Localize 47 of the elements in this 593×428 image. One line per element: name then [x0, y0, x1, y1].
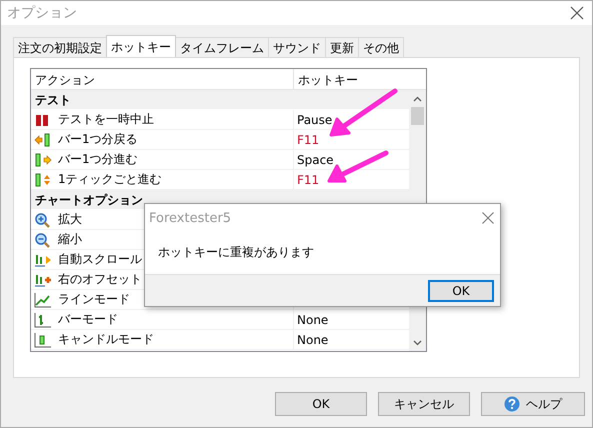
- action-label[interactable]: 1ティックごと進む: [58, 171, 162, 188]
- hotkey-value[interactable]: F11: [294, 132, 320, 146]
- help-button[interactable]: ヘルプ: [481, 392, 585, 416]
- group-header[interactable]: テスト: [31, 90, 409, 110]
- action-label[interactable]: 縮小: [58, 231, 82, 248]
- close-icon[interactable]: [570, 6, 584, 20]
- candle-forward-arrow-icon: [34, 152, 52, 168]
- cancel-button[interactable]: キャンセル: [378, 392, 470, 416]
- back-arrow-candle-icon: [34, 132, 52, 148]
- ok-button[interactable]: OK: [428, 280, 494, 302]
- zoom-out-icon: [34, 232, 52, 248]
- action-label[interactable]: 右のオフセット: [58, 271, 142, 288]
- help-icon: [504, 396, 520, 412]
- ok-button[interactable]: OK: [275, 392, 367, 416]
- action-label[interactable]: バー1つ分戻る: [58, 131, 138, 148]
- column-header[interactable]: アクション: [31, 69, 294, 89]
- candle-chart-icon: [34, 332, 52, 348]
- line-chart-icon: [34, 292, 52, 308]
- hotkey-value[interactable]: F11: [294, 172, 320, 186]
- action-label[interactable]: 拡大: [58, 211, 82, 228]
- tab[interactable]: ホットキー: [106, 35, 176, 57]
- hotkey-value[interactable]: None: [294, 312, 328, 326]
- hotkey-value[interactable]: Pause: [294, 112, 332, 126]
- action-label[interactable]: バーモード: [58, 311, 118, 328]
- scroll-thumb[interactable]: [411, 107, 424, 125]
- scroll-down-icon: [413, 340, 422, 346]
- candle-up-down-icon: [34, 172, 52, 188]
- tab[interactable]: タイムフレーム: [175, 37, 269, 57]
- close-icon[interactable]: [482, 212, 494, 224]
- column-header[interactable]: ホットキー: [294, 69, 362, 89]
- window-title: オプション: [7, 4, 77, 22]
- tab[interactable]: サウンド: [268, 37, 326, 57]
- action-label[interactable]: 自動スクロール: [58, 251, 142, 268]
- hotkey-value[interactable]: None: [294, 332, 328, 346]
- dialog-message: ホットキーに重複があります: [157, 244, 315, 261]
- bar-chart-icon: [34, 312, 52, 328]
- tab[interactable]: 注文の初期設定: [13, 37, 107, 57]
- tab[interactable]: 更新: [325, 37, 359, 57]
- action-label[interactable]: テストを一時中止: [58, 111, 154, 128]
- action-label[interactable]: キャンドルモード: [58, 331, 154, 348]
- dialog-title: Forextester5: [149, 210, 232, 226]
- zoom-in-icon: [34, 212, 52, 228]
- action-label[interactable]: バー1つ分進む: [58, 151, 138, 168]
- action-label[interactable]: ラインモード: [58, 291, 130, 308]
- hotkey-value[interactable]: Space: [294, 152, 334, 166]
- scroll-up-icon: [413, 96, 422, 102]
- tab[interactable]: その他: [358, 37, 404, 57]
